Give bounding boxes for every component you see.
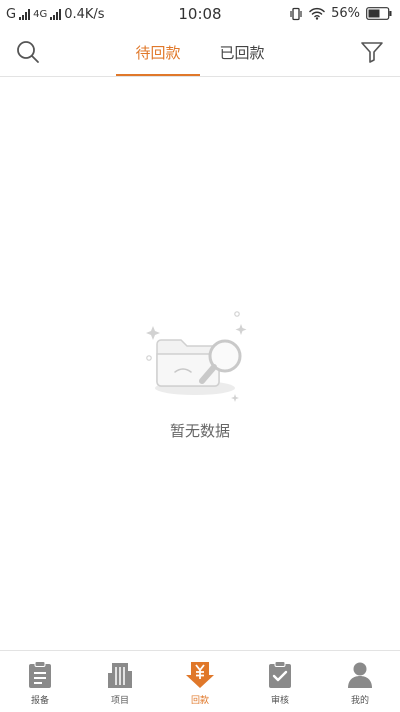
filter-button[interactable] xyxy=(358,38,386,66)
nav-item-project[interactable]: 项目 xyxy=(80,651,160,712)
status-right: 56% xyxy=(289,6,392,21)
battery-percent: 56% xyxy=(331,6,360,21)
search-button[interactable] xyxy=(14,38,42,66)
user-icon xyxy=(348,662,372,688)
status-bar: G 4G 0.4K/s 10:08 56% xyxy=(0,0,400,30)
top-header: 待回款 已回款 xyxy=(0,30,400,77)
tab-received-payment[interactable]: 已回款 xyxy=(200,30,284,76)
nav-item-report[interactable]: 报备 xyxy=(0,651,80,712)
nav-label: 项目 xyxy=(110,696,129,706)
nav-item-review[interactable]: 审核 xyxy=(240,651,320,712)
nav-item-mine[interactable]: 我的 xyxy=(320,651,400,712)
yuan-download-icon xyxy=(186,662,214,688)
nav-label: 审核 xyxy=(270,696,289,706)
filter-icon xyxy=(361,42,383,63)
check-clipboard-icon xyxy=(269,661,291,688)
empty-folder-search-icon xyxy=(146,311,247,402)
wifi-icon xyxy=(309,7,325,20)
nav-item-payment[interactable]: 回款 xyxy=(160,651,240,712)
bottom-nav: 报备 项目 回款 审核 我的 xyxy=(0,650,400,712)
nav-label: 报备 xyxy=(30,696,49,706)
empty-message: 暂无数据 xyxy=(169,422,230,440)
nav-label: 回款 xyxy=(190,696,209,706)
nav-label: 我的 xyxy=(350,696,369,706)
vibrate-icon xyxy=(290,7,302,20)
clipboard-icon xyxy=(29,661,51,688)
tab-pending-payment[interactable]: 待回款 xyxy=(116,30,200,76)
tab-bar: 待回款 已回款 xyxy=(116,30,284,76)
empty-state: 暂无数据 xyxy=(0,310,400,441)
building-icon xyxy=(108,663,132,688)
battery-icon xyxy=(366,7,392,20)
search-icon xyxy=(17,41,39,63)
